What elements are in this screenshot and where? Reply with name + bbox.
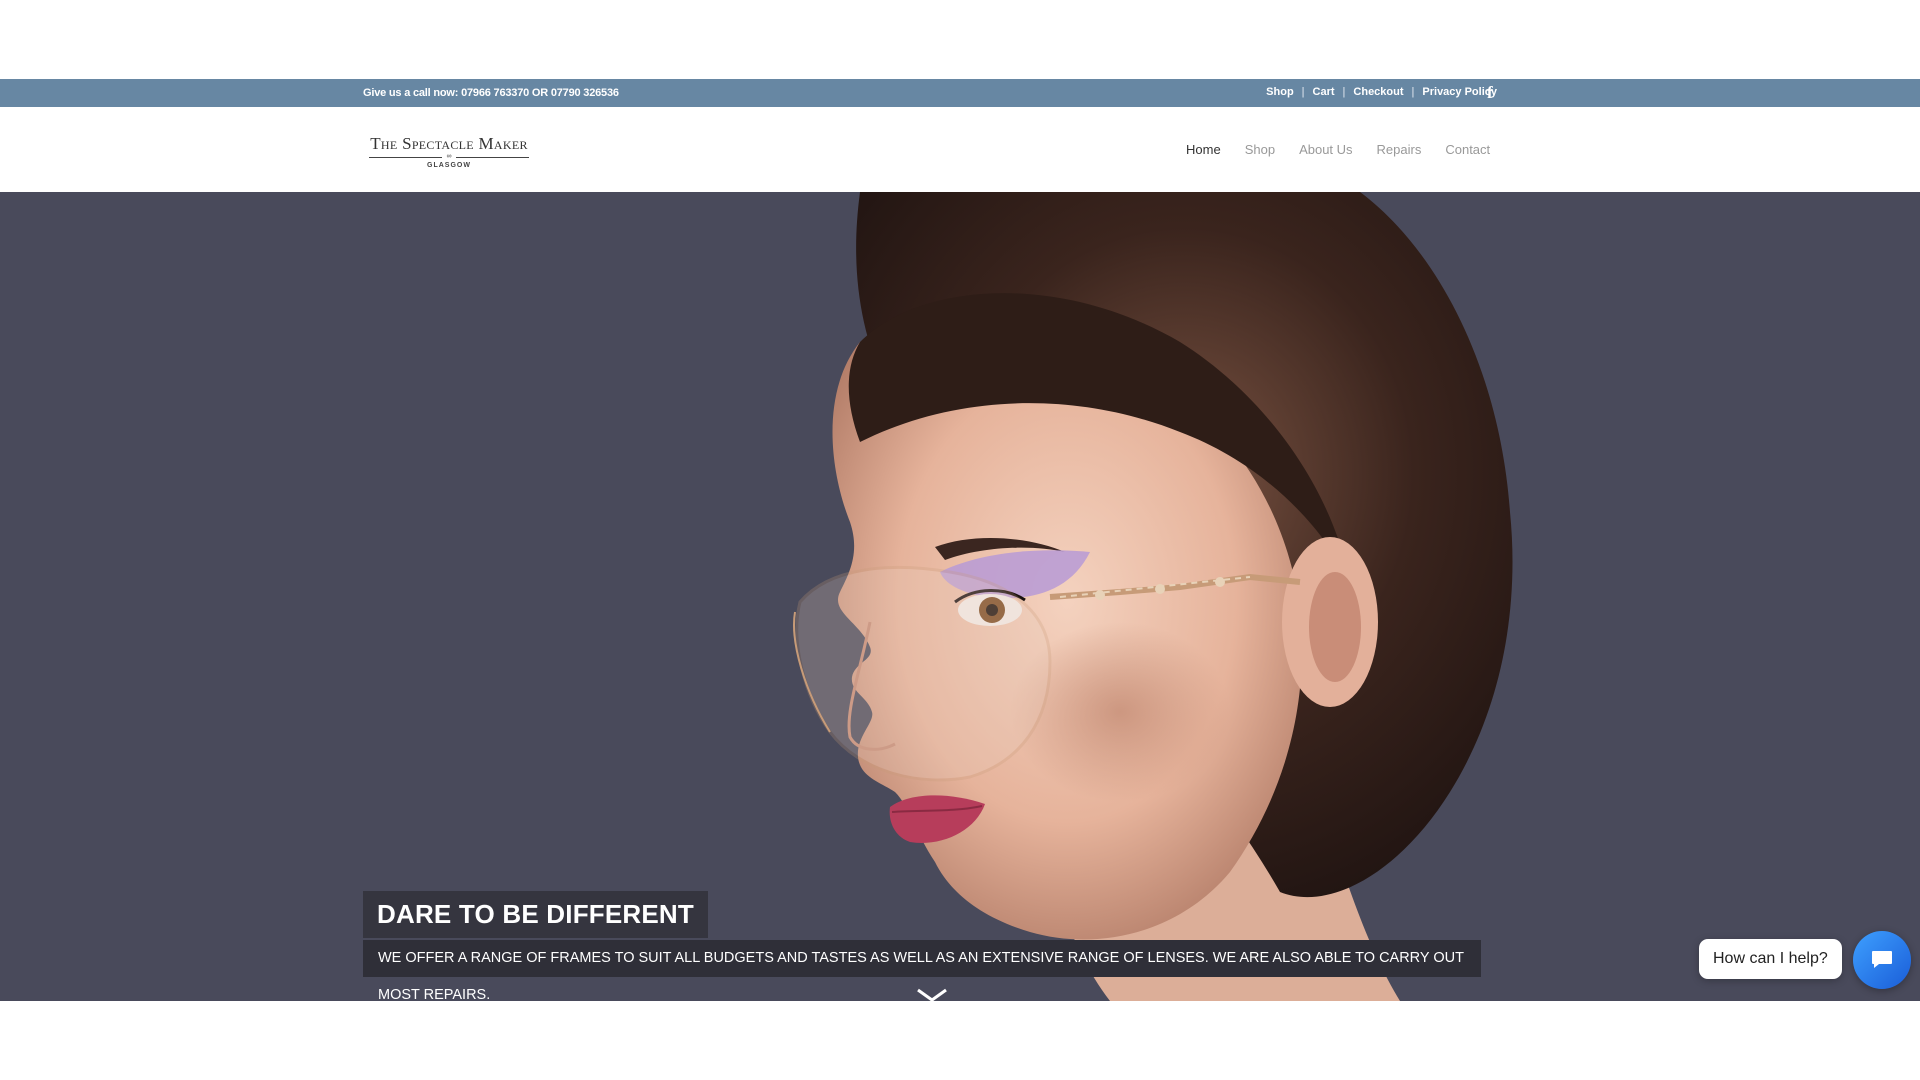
hero-headline: DARE TO BE DIFFERENT [363, 891, 708, 938]
nav-item-repairs[interactable]: Repairs [1377, 142, 1422, 157]
chat-prompt-bubble[interactable]: How can I help? [1699, 939, 1842, 979]
link-separator: | [1342, 86, 1346, 98]
nav-item-contact[interactable]: Contact [1445, 142, 1490, 157]
top-link-shop[interactable]: Shop [1266, 86, 1294, 98]
link-separator: | [1301, 86, 1305, 98]
top-link-cart[interactable]: Cart [1313, 86, 1335, 98]
chevron-down-icon[interactable] [916, 988, 948, 1002]
chat-launcher-button[interactable] [1853, 931, 1911, 989]
spectacles-icon: ∞ [442, 153, 456, 160]
main-nav: Home Shop About Us Repairs Contact [1186, 142, 1490, 157]
chat-bubble-icon [1872, 951, 1892, 968]
top-info-bar: Give us a call now: 07966 763370 OR 0779… [0, 79, 1920, 107]
site-logo[interactable]: The Spectacle Maker ∞ GLASGOW [369, 135, 529, 175]
logo-city: GLASGOW [427, 162, 471, 169]
hero-slider [0, 192, 1920, 1001]
hero-subline: WE OFFER A RANGE OF FRAMES TO SUIT ALL B… [363, 940, 1481, 1003]
top-link-privacy-policy[interactable]: Privacy Policy [1422, 86, 1497, 98]
logo-divider: ∞ [369, 153, 529, 160]
nav-item-about-us[interactable]: About Us [1299, 142, 1352, 157]
top-links: Shop | Cart | Checkout | Privacy Policy [1266, 86, 1497, 98]
hero-model-image [793, 192, 1513, 1001]
nav-item-shop[interactable]: Shop [1245, 142, 1275, 157]
link-separator: | [1411, 86, 1415, 98]
logo-name: The Spectacle Maker [370, 134, 528, 153]
site-header: The Spectacle Maker ∞ GLASGOW Home Shop … [0, 107, 1920, 192]
top-link-checkout[interactable]: Checkout [1353, 86, 1403, 98]
phone-contact-text: Give us a call now: 07966 763370 OR 0779… [363, 87, 619, 99]
facebook-icon[interactable]: f [1487, 83, 1493, 103]
nav-item-home[interactable]: Home [1186, 142, 1221, 157]
